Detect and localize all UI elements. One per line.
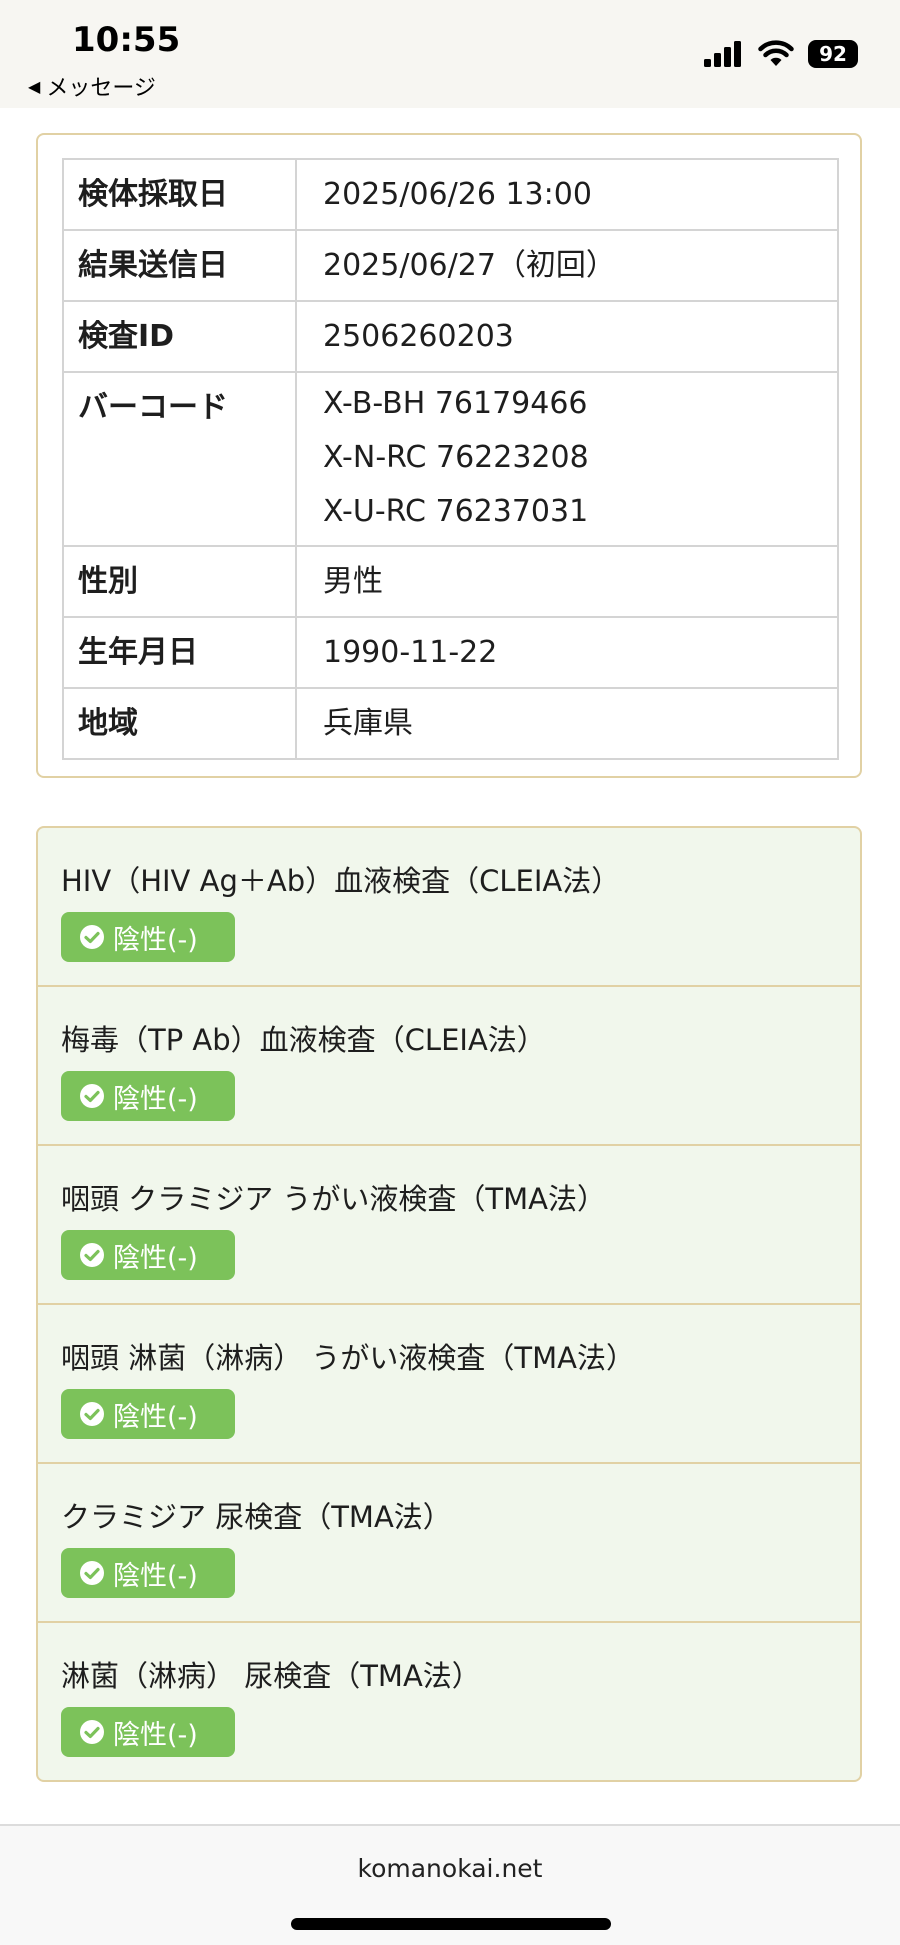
result-value: 陰性(-) bbox=[113, 1242, 198, 1274]
address-bar-domain[interactable]: komanokai.net bbox=[0, 1854, 900, 1883]
info-row-birthdate: 生年月日 1990-11-22 bbox=[62, 616, 839, 689]
info-row-collection-date: 検体採取日 2025/06/26 13:00 bbox=[62, 158, 839, 231]
result-name: 咽頭 淋菌（淋病） うがい液検査（TMA法） bbox=[61, 1341, 636, 1375]
info-row-barcode: バーコード X-B-BH 76179466 X-N-RC 76223208 X-… bbox=[62, 371, 839, 547]
result-value: 陰性(-) bbox=[113, 1083, 198, 1115]
result-name: 咽頭 クラミジア うがい液検査（TMA法） bbox=[61, 1182, 607, 1216]
result-item: 咽頭 クラミジア うがい液検査（TMA法） 陰性(-) bbox=[38, 1146, 860, 1305]
result-item: クラミジア 尿検査（TMA法） 陰性(-) bbox=[38, 1464, 860, 1623]
negative-badge: 陰性(-) bbox=[61, 1071, 235, 1121]
info-label: 検体採取日 bbox=[62, 158, 297, 231]
check-circle-icon bbox=[80, 1720, 104, 1744]
barcode-value: X-U-RC 76237031 bbox=[323, 494, 589, 529]
wifi-icon bbox=[758, 40, 794, 66]
result-value: 陰性(-) bbox=[113, 1401, 198, 1433]
result-name: 梅毒（TP Ab）血液検査（CLEIA法） bbox=[61, 1023, 546, 1057]
info-value: 2506260203 bbox=[295, 300, 839, 373]
result-name: クラミジア 尿検査（TMA法） bbox=[61, 1500, 452, 1534]
barcode-value: X-N-RC 76223208 bbox=[323, 440, 589, 475]
info-row-region: 地域 兵庫県 bbox=[62, 687, 839, 760]
result-item: 咽頭 淋菌（淋病） うがい液検査（TMA法） 陰性(-) bbox=[38, 1305, 860, 1464]
negative-badge: 陰性(-) bbox=[61, 1230, 235, 1280]
result-item: 梅毒（TP Ab）血液検査（CLEIA法） 陰性(-) bbox=[38, 987, 860, 1146]
check-circle-icon bbox=[80, 1402, 104, 1426]
check-circle-icon bbox=[80, 1243, 104, 1267]
result-item: HIV（HIV Ag＋Ab）血液検査（CLEIA法） 陰性(-) bbox=[38, 828, 860, 987]
negative-badge: 陰性(-) bbox=[61, 1548, 235, 1598]
info-label: バーコード bbox=[78, 390, 228, 425]
status-bar: 10:55 ◀ メッセージ 92 bbox=[0, 0, 900, 108]
result-value: 陰性(-) bbox=[113, 1719, 198, 1751]
info-value: 2025/06/26 13:00 bbox=[295, 158, 839, 231]
result-value: 陰性(-) bbox=[113, 924, 198, 956]
result-name: 淋菌（淋病） 尿検査（TMA法） bbox=[61, 1659, 481, 1693]
home-indicator[interactable] bbox=[291, 1918, 611, 1930]
info-value: 兵庫県 bbox=[295, 687, 839, 760]
info-row-sent-date: 結果送信日 2025/06/27（初回） bbox=[62, 229, 839, 302]
info-value: 1990-11-22 bbox=[295, 616, 839, 689]
info-row-sex: 性別 男性 bbox=[62, 545, 839, 618]
status-icons: 92 bbox=[704, 40, 858, 68]
barcode-value: X-B-BH 76179466 bbox=[323, 386, 588, 421]
check-circle-icon bbox=[80, 1084, 104, 1108]
back-label: メッセージ bbox=[46, 76, 156, 101]
clock: 10:55 bbox=[72, 20, 181, 60]
info-value: 2025/06/27（初回） bbox=[295, 229, 839, 302]
info-label: 地域 bbox=[62, 687, 297, 760]
check-circle-icon bbox=[80, 1561, 104, 1585]
sample-info-table: 検体採取日 2025/06/26 13:00 結果送信日 2025/06/27（… bbox=[62, 158, 839, 760]
info-row-test-id: 検査ID 2506260203 bbox=[62, 300, 839, 373]
back-arrow-icon: ◀ bbox=[28, 76, 41, 96]
sample-info-card: 検体採取日 2025/06/26 13:00 結果送信日 2025/06/27（… bbox=[36, 133, 862, 778]
result-name: HIV（HIV Ag＋Ab）血液検査（CLEIA法） bbox=[61, 864, 621, 898]
info-value: 男性 bbox=[295, 545, 839, 618]
negative-badge: 陰性(-) bbox=[61, 1389, 235, 1439]
result-value: 陰性(-) bbox=[113, 1560, 198, 1592]
negative-badge: 陰性(-) bbox=[61, 1707, 235, 1757]
negative-badge: 陰性(-) bbox=[61, 912, 235, 962]
info-label: 検査ID bbox=[62, 300, 297, 373]
battery-icon: 92 bbox=[808, 40, 858, 68]
info-label: 生年月日 bbox=[62, 616, 297, 689]
back-to-messages-link[interactable]: ◀ メッセージ bbox=[28, 70, 156, 102]
test-results-card: HIV（HIV Ag＋Ab）血液検査（CLEIA法） 陰性(-) 梅毒（TP A… bbox=[36, 826, 862, 1782]
check-circle-icon bbox=[80, 925, 104, 949]
battery-level: 92 bbox=[819, 42, 847, 66]
info-label: 性別 bbox=[62, 545, 297, 618]
result-item: 淋菌（淋病） 尿検査（TMA法） 陰性(-) bbox=[38, 1623, 860, 1780]
info-label: 結果送信日 bbox=[62, 229, 297, 302]
browser-bottom-bar: komanokai.net bbox=[0, 1826, 900, 1945]
signal-icon bbox=[704, 41, 741, 67]
